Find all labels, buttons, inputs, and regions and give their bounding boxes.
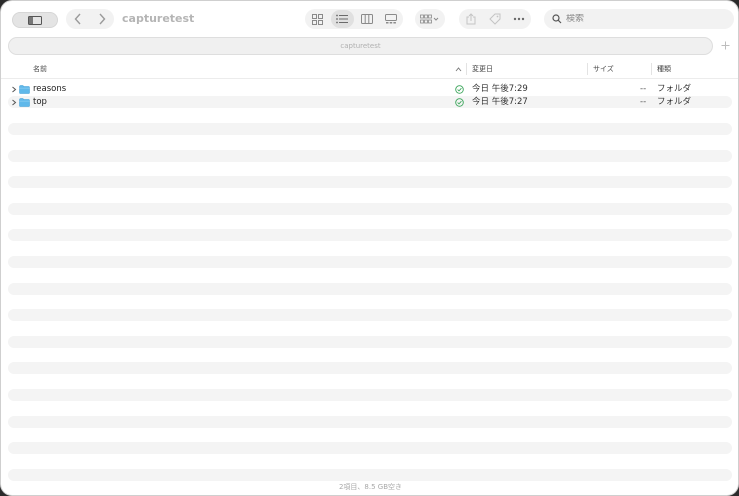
toolbar: capturetest (1, 1, 738, 37)
forward-button[interactable] (93, 10, 111, 28)
tag-icon (489, 13, 501, 25)
view-switcher (305, 9, 403, 29)
sidebar-toggle-button[interactable] (12, 12, 58, 28)
column-divider[interactable] (587, 63, 588, 75)
column-header-size[interactable]: サイズ (593, 60, 614, 78)
list-view-button[interactable] (330, 10, 354, 28)
icon-view-icon (312, 13, 324, 25)
file-size: -- (640, 97, 647, 107)
action-group (459, 9, 531, 29)
more-button[interactable] (510, 10, 528, 28)
column-view-button[interactable] (355, 10, 379, 28)
gallery-view-button[interactable] (380, 10, 404, 28)
list-view-icon (336, 14, 349, 24)
chevron-right-icon[interactable] (11, 83, 17, 96)
row-stripe (8, 362, 732, 374)
sort-ascending-button[interactable] (455, 60, 462, 78)
gallery-view-icon (385, 14, 398, 24)
chevron-up-icon (455, 66, 462, 71)
status-bar: 2項目、8.5 GB空き (338, 483, 403, 491)
group-by-button[interactable] (415, 9, 445, 29)
list-item[interactable]: reasons 今日 午後7:29 -- フォルダ (1, 83, 738, 96)
search-input[interactable] (566, 14, 726, 24)
column-header-kind[interactable]: 種類 (657, 60, 671, 78)
folder-icon (19, 98, 30, 107)
sidebar-toggle-icon (28, 15, 42, 25)
file-name: reasons (33, 84, 67, 94)
window-title: capturetest (122, 12, 195, 25)
list-item[interactable]: top 今日 午後7:27 -- フォルダ (1, 96, 738, 109)
share-icon (466, 13, 476, 25)
icon-view-button[interactable] (306, 10, 330, 28)
search-field[interactable] (544, 9, 734, 29)
synced-checkmark-icon (455, 85, 464, 94)
column-header-date[interactable]: 変更日 (472, 60, 493, 78)
row-stripe (8, 150, 732, 162)
share-button[interactable] (462, 10, 480, 28)
row-stripe (8, 442, 732, 454)
more-icon (513, 17, 525, 21)
group-by-icon (420, 14, 439, 24)
file-kind: フォルダ (657, 97, 692, 107)
synced-checkmark-icon (455, 98, 464, 107)
row-stripe (8, 309, 732, 321)
finder-window: capturetest 検索 capturetest 名前 変更日 サイズ 種類… (0, 0, 739, 496)
row-stripe (8, 203, 732, 215)
row-stripe (8, 389, 732, 401)
row-stripe (8, 336, 732, 348)
column-divider[interactable] (651, 63, 652, 75)
row-stripe (8, 176, 732, 188)
forward-chevron-icon (99, 13, 106, 25)
row-stripe (8, 256, 732, 268)
row-stripe (8, 123, 732, 135)
column-view-icon (360, 14, 373, 24)
plus-icon (721, 41, 729, 50)
row-stripe (8, 229, 732, 241)
file-size: -- (640, 84, 647, 94)
path-bar[interactable]: capturetest (8, 37, 713, 55)
column-headers: 名前 変更日 サイズ 種類 (1, 60, 738, 79)
modified-date: 今日 午後7:27 (472, 97, 528, 107)
row-stripe (8, 416, 732, 428)
column-header-name[interactable]: 名前 (33, 60, 47, 78)
navigation-group (66, 9, 114, 29)
chevron-right-icon[interactable] (11, 96, 17, 109)
row-stripe (8, 283, 732, 295)
column-divider[interactable] (466, 63, 467, 75)
modified-date: 今日 午後7:29 (472, 84, 528, 94)
file-kind: フォルダ (657, 84, 692, 94)
tag-button[interactable] (486, 10, 504, 28)
search-icon (552, 14, 562, 24)
file-name: top (33, 97, 47, 107)
back-button[interactable] (69, 10, 87, 28)
new-tab-button[interactable] (718, 39, 732, 53)
back-chevron-icon (74, 13, 81, 25)
folder-icon (19, 85, 30, 94)
